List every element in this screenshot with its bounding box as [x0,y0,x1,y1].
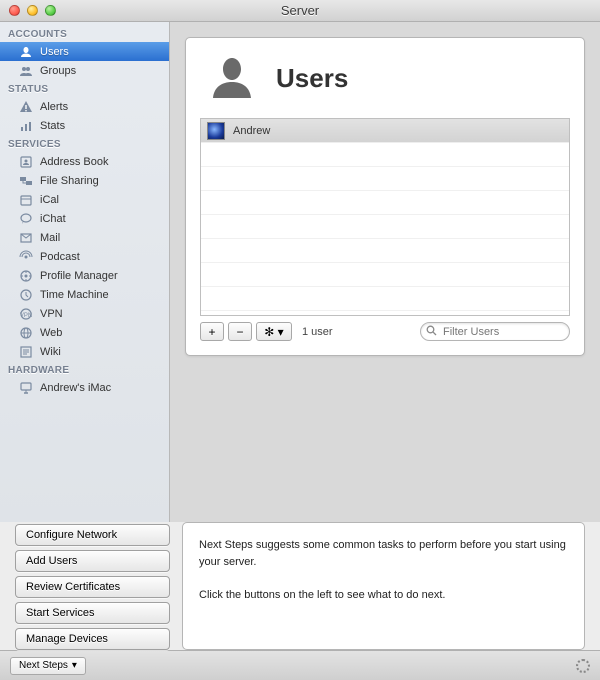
user-avatar-icon [207,122,225,140]
sidebar-item-label: Andrew's iMac [40,382,111,394]
sidebar-item-ical[interactable]: iCal [0,190,169,209]
traffic-lights [0,5,56,16]
addressbook-icon [18,154,34,170]
sidebar-item-podcast[interactable]: Podcast [0,247,169,266]
bottom-row: Configure Network Add Users Review Certifi… [0,522,600,650]
user-name: Andrew [233,125,270,137]
ichat-icon [18,211,34,227]
stats-icon [18,118,34,134]
footer: Next Steps ▾ [0,650,600,680]
sidebar-item-andrew-s-imac[interactable]: Andrew's iMac [0,378,169,397]
sidebar-section-header: SERVICES [0,135,169,152]
imac-icon [18,380,34,396]
users-panel: Users Andrew + − ✻ ▾ 1 user [185,37,585,356]
filter-users-input[interactable] [420,322,570,341]
empty-row [201,167,569,191]
search-icon [426,325,437,336]
configure-network-button[interactable]: Configure Network [15,524,170,546]
sidebar-item-label: Time Machine [40,289,109,301]
sidebar-item-alerts[interactable]: Alerts [0,97,169,116]
close-window-button[interactable] [9,5,20,16]
filesharing-icon [18,173,34,189]
nextsteps-text-2: Click the buttons on the left to see wha… [199,587,568,604]
mail-icon [18,230,34,246]
add-button[interactable]: + [200,322,224,341]
sidebar-item-vpn[interactable]: VPN VPN [0,304,169,323]
sidebar-item-label: Alerts [40,101,68,113]
sidebar-item-label: Address Book [40,156,108,168]
sidebar-item-web[interactable]: Web [0,323,169,342]
sidebar-section-header: ACCOUNTS [0,25,169,42]
empty-row [201,191,569,215]
sidebar-item-label: Groups [40,65,76,77]
gear-menu-button[interactable]: ✻ ▾ [256,322,292,341]
sidebar-item-profile-manager[interactable]: Profile Manager [0,266,169,285]
page-title: Users [276,63,348,94]
profilemanager-icon [18,268,34,284]
user-count: 1 user [302,326,333,338]
start-services-button[interactable]: Start Services [15,602,170,624]
content-area: Users Andrew + − ✻ ▾ 1 user [170,22,600,522]
empty-row [201,143,569,167]
nextsteps-toggle-button[interactable]: Next Steps ▾ [10,657,86,675]
sidebar: ACCOUNTS Users Groups STATUS Alerts Stats SERV… [0,22,170,522]
sidebar-section-header: STATUS [0,80,169,97]
spinner-icon [576,659,590,673]
sidebar-item-label: Users [40,46,69,58]
zoom-window-button[interactable] [45,5,56,16]
sidebar-item-groups[interactable]: Groups [0,61,169,80]
remove-button[interactable]: − [228,322,252,341]
users-header: Users [186,38,584,118]
empty-row [201,215,569,239]
nextsteps-text-1: Next Steps suggests some common tasks to… [199,537,568,570]
ical-icon [18,192,34,208]
sidebar-item-users[interactable]: Users [0,42,169,61]
sidebar-item-stats[interactable]: Stats [0,116,169,135]
sidebar-item-label: Profile Manager [40,270,118,282]
manage-devices-button[interactable]: Manage Devices [15,628,170,650]
sidebar-item-label: iChat [40,213,66,225]
sidebar-item-label: VPN [40,308,63,320]
review-certificates-button[interactable]: Review Certificates [15,576,170,598]
podcast-icon [18,249,34,265]
sidebar-item-label: Stats [40,120,65,132]
sidebar-item-label: File Sharing [40,175,99,187]
user-icon [18,44,34,60]
empty-row [201,239,569,263]
group-icon [18,63,34,79]
svg-text:VPN: VPN [20,313,32,319]
nextsteps-panel: Next Steps suggests some common tasks to… [182,522,585,650]
sidebar-item-ichat[interactable]: iChat [0,209,169,228]
alert-icon [18,99,34,115]
window-title: Server [0,3,600,18]
user-silhouette-icon [206,52,258,104]
empty-row [201,287,569,311]
web-icon [18,325,34,341]
titlebar: Server [0,0,600,22]
vpn-icon: VPN [18,306,34,322]
sidebar-section-header: HARDWARE [0,361,169,378]
sidebar-item-label: Web [40,327,62,339]
user-row[interactable]: Andrew [201,119,569,143]
timemachine-icon [18,287,34,303]
sidebar-item-file-sharing[interactable]: File Sharing [0,171,169,190]
minimize-window-button[interactable] [27,5,38,16]
sidebar-item-label: iCal [40,194,59,206]
empty-row [201,263,569,287]
sidebar-item-label: Mail [40,232,60,244]
sidebar-item-wiki[interactable]: Wiki [0,342,169,361]
list-toolbar: + − ✻ ▾ 1 user [186,316,584,355]
chevron-down-icon: ▾ [72,660,77,671]
wiki-icon [18,344,34,360]
sidebar-item-time-machine[interactable]: Time Machine [0,285,169,304]
action-buttons: Configure Network Add Users Review Certifi… [15,522,170,650]
sidebar-item-mail[interactable]: Mail [0,228,169,247]
sidebar-item-address-book[interactable]: Address Book [0,152,169,171]
add-users-button[interactable]: Add Users [15,550,170,572]
sidebar-item-label: Podcast [40,251,80,263]
user-list: Andrew [200,118,570,316]
sidebar-item-label: Wiki [40,346,61,358]
